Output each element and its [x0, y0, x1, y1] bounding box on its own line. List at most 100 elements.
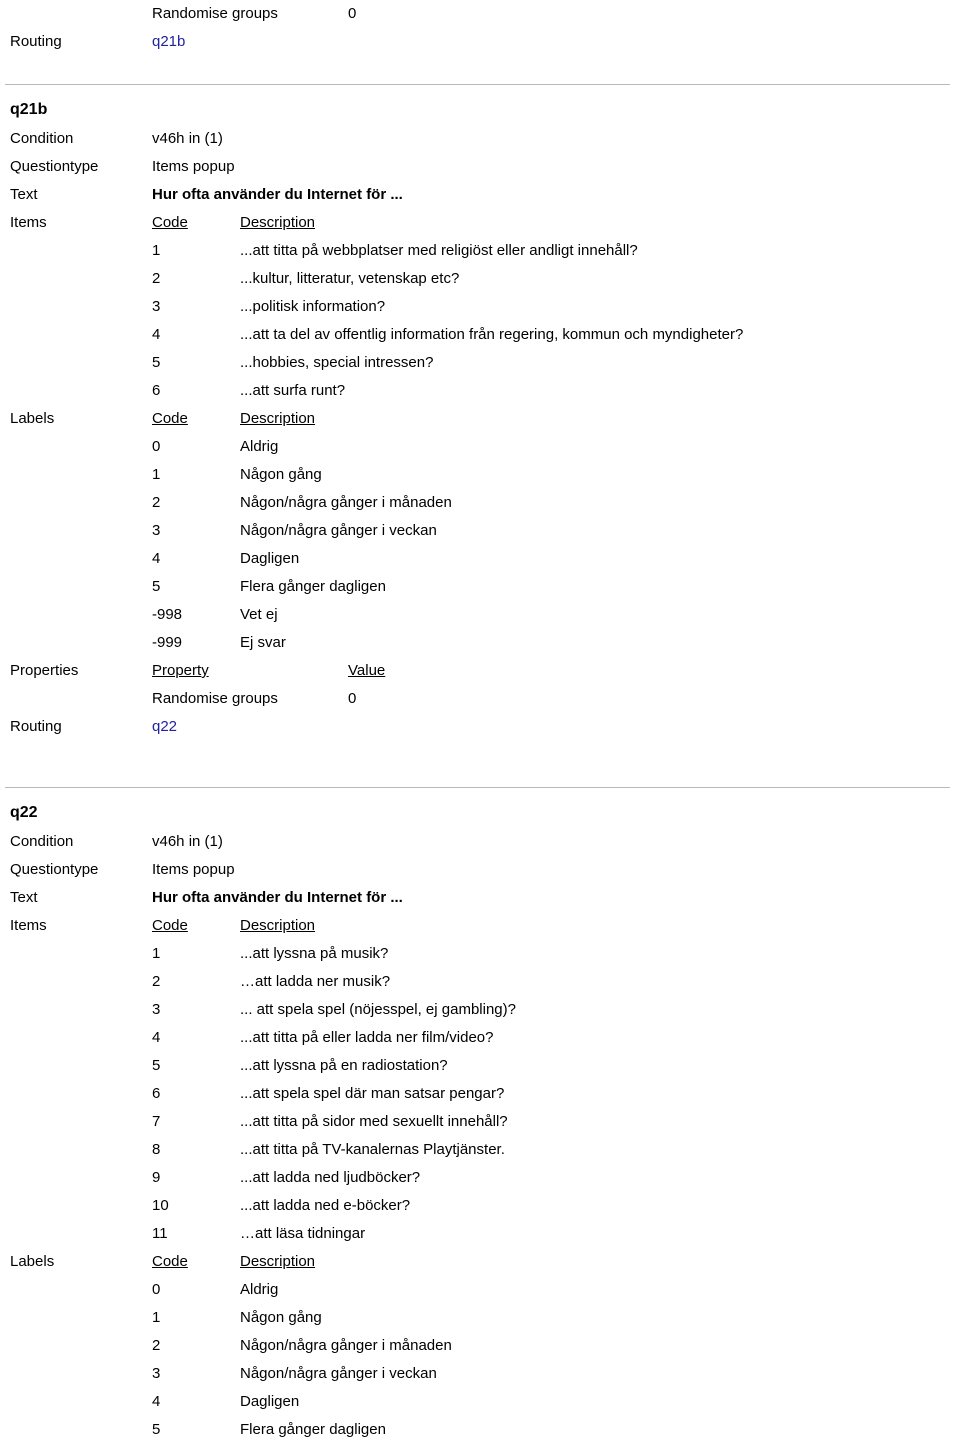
label-description: Dagligen: [240, 1393, 300, 1410]
text-row: Text Hur ofta använder du Internet för .…: [0, 181, 960, 209]
items-description-header: Description: [240, 214, 316, 231]
label-code: -998: [152, 606, 183, 623]
items-header-row: Code Description: [152, 912, 960, 940]
item-description: ...att titta på TV-kanalernas Playtjänst…: [240, 1141, 505, 1158]
item-code: 11: [152, 1225, 168, 1242]
properties-label: Properties: [10, 662, 79, 679]
properties-header-row: Property Value: [152, 657, 960, 685]
value-header: Value: [348, 662, 386, 679]
label-code: 2: [152, 1337, 161, 1354]
table-row: 0 Aldrig: [152, 433, 960, 461]
item-code: 5: [152, 1057, 161, 1074]
item-code: 2: [152, 973, 161, 990]
labels-description-header: Description: [240, 410, 316, 427]
label-code: 4: [152, 550, 161, 567]
label-description: Aldrig: [240, 438, 279, 455]
item-description: …att ladda ner musik?: [240, 973, 391, 990]
label-description: Ej svar: [240, 634, 286, 651]
table-row: -999 Ej svar: [152, 629, 960, 657]
item-description: ...att lyssna på en radiostation?: [240, 1057, 448, 1074]
table-row: 8 ...att titta på TV-kanalernas Playtjäns…: [152, 1136, 960, 1164]
item-code: 1: [152, 945, 161, 962]
item-description: ...att titta på sidor med sexuellt inneh…: [240, 1113, 508, 1130]
table-row: -998 Vet ej: [152, 601, 960, 629]
table-row: 2 Någon/några gånger i månaden: [152, 489, 960, 517]
item-description: ...att ladda ned ljudböcker?: [240, 1169, 421, 1186]
questiontype-label: Questiontype: [10, 158, 99, 175]
property-value: 0: [348, 5, 357, 22]
table-row: 5 ...hobbies, special intressen?: [152, 349, 960, 377]
label-code: 0: [152, 438, 161, 455]
questiontype-row: Questiontype Items popup: [0, 153, 960, 181]
table-row: 4 Dagligen: [152, 545, 960, 573]
table-row: 4 Dagligen: [152, 1388, 960, 1416]
table-row: 0 Aldrig: [152, 1276, 960, 1304]
label-description: Någon gång: [240, 1309, 322, 1326]
item-description: ...att surfa runt?: [240, 382, 346, 399]
table-row: 10 ...att ladda ned e-böcker?: [152, 1192, 960, 1220]
text-label: Text: [10, 186, 38, 203]
table-row: 5 ...att lyssna på en radiostation?: [152, 1052, 960, 1080]
question-block-q22: q22 Condition v46h in (1) Questiontype I…: [0, 798, 960, 1444]
table-row: 3 Någon/några gånger i veckan: [152, 1360, 960, 1388]
items-header-row: Code Description: [152, 209, 960, 237]
item-description: ...att ta del av offentlig information f…: [240, 326, 744, 343]
item-code: 9: [152, 1169, 161, 1186]
table-row: 5 Flera gånger dagligen: [152, 1416, 960, 1444]
label-description: Någon/några gånger i månaden: [240, 1337, 452, 1354]
item-description: ...att titta på eller ladda ner film/vid…: [240, 1029, 494, 1046]
item-code: 7: [152, 1113, 161, 1130]
item-code: 5: [152, 354, 161, 371]
table-row: Randomise groups 0: [152, 685, 960, 713]
label-code: 5: [152, 578, 161, 595]
item-description: …att läsa tidningar: [240, 1225, 366, 1242]
item-code: 6: [152, 382, 161, 399]
item-description: ...hobbies, special intressen?: [240, 354, 434, 371]
routing-link[interactable]: q22: [152, 713, 960, 741]
table-row: 3 ...politisk information?: [152, 293, 960, 321]
label-description: Någon/några gånger i veckan: [240, 522, 437, 539]
condition-value: v46h in (1): [152, 130, 223, 147]
label-code: 5: [152, 1421, 161, 1438]
item-description: ...att titta på webbplatser med religiös…: [240, 242, 638, 259]
item-code: 1: [152, 242, 161, 259]
items-code-header: Code: [152, 917, 188, 934]
table-row: 3 Någon/några gånger i veckan: [152, 517, 960, 545]
table-row: 2 …att ladda ner musik?: [152, 968, 960, 996]
table-row: 9 ...att ladda ned ljudböcker?: [152, 1164, 960, 1192]
label-code: 2: [152, 494, 161, 511]
label-code: 1: [152, 466, 161, 483]
item-description: ...kultur, litteratur, vetenskap etc?: [240, 270, 460, 287]
table-row: 3 ... att spela spel (nöjesspel, ej gambl…: [152, 996, 960, 1024]
item-description: ...politisk information?: [240, 298, 386, 315]
items-table: Items Code Description 1 ...att titta på …: [0, 209, 960, 405]
table-row: 6 ...att surfa runt?: [152, 377, 960, 405]
text-label: Text: [10, 889, 38, 906]
item-description: ...att lyssna på musik?: [240, 945, 389, 962]
questiontype-label: Questiontype: [10, 861, 99, 878]
property-name: Randomise groups: [152, 5, 278, 22]
question-title: q21b: [10, 101, 48, 118]
item-code: 4: [152, 1029, 161, 1046]
table-row: 1 Någon gång: [152, 461, 960, 489]
question-title: q22: [10, 804, 38, 821]
condition-value: v46h in (1): [152, 833, 223, 850]
item-code: 8: [152, 1141, 161, 1158]
labels-header-row: Code Description: [152, 405, 960, 433]
question-block-q21b: q21b Condition v46h in (1) Questiontype …: [0, 95, 960, 741]
condition-row: Condition v46h in (1): [0, 828, 960, 856]
routing-link[interactable]: q21b: [152, 28, 960, 56]
table-row: 4 ...att ta del av offentlig information …: [152, 321, 960, 349]
labels-label: Labels: [10, 410, 55, 427]
labels-label: Labels: [10, 1253, 55, 1270]
labels-table: Labels Code Description 0 Aldrig 1 Någon g…: [0, 1248, 960, 1444]
label-code: -999: [152, 634, 183, 651]
text-row: Text Hur ofta använder du Internet för .…: [0, 884, 960, 912]
label-code: 1: [152, 1309, 161, 1326]
table-row: 1 Någon gång: [152, 1304, 960, 1332]
routing-row: Routing q22: [0, 713, 960, 741]
routing-label: Routing: [10, 718, 62, 735]
